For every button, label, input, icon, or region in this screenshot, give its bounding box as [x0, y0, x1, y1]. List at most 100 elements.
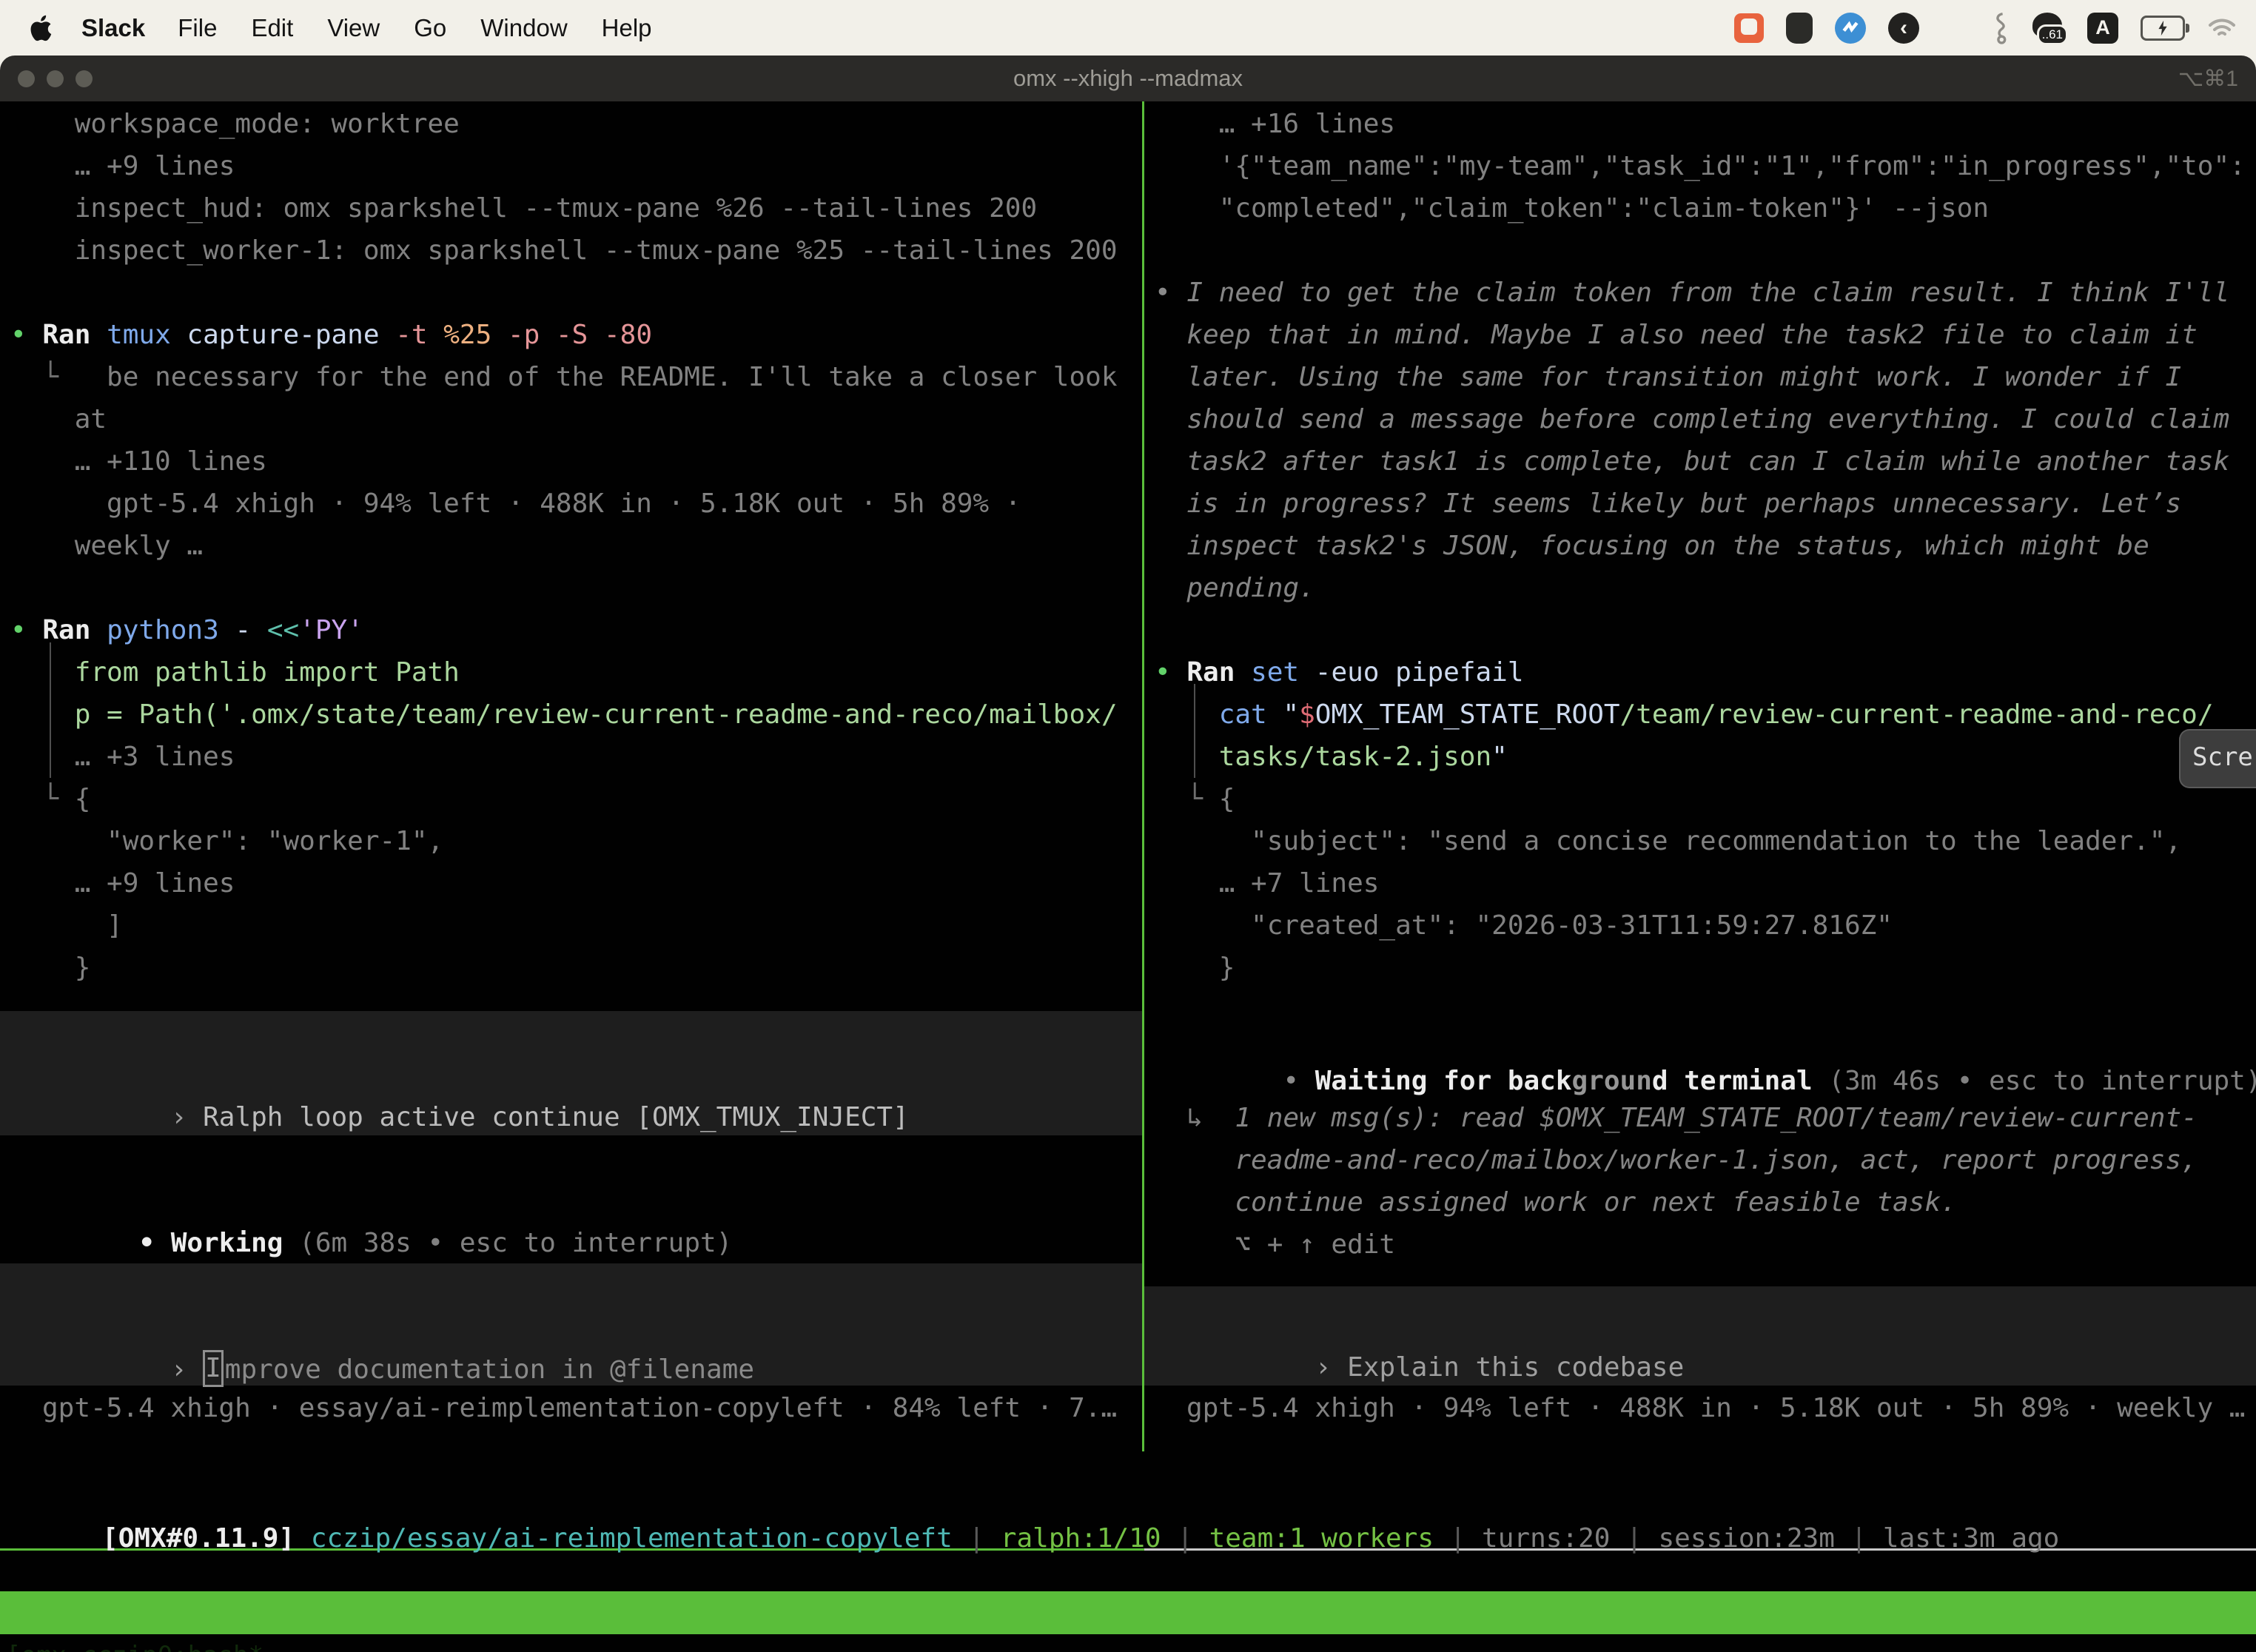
terminal-line: … +9 lines: [75, 145, 235, 187]
prompt-chevron: ›: [1315, 1352, 1347, 1383]
terminal-line: • I need to get the claim token from the…: [1155, 272, 2229, 314]
terminal-line: ↳ 1 new msg(s): read $OMX_TEAM_STATE_ROO…: [1186, 1097, 2197, 1139]
prompt-chevron: ›: [171, 1102, 203, 1132]
waiting-meta: (3m 46s • esc to interrupt): [1813, 1066, 2256, 1096]
terminal-line: is in progress? It seems likely but perh…: [1186, 483, 2181, 525]
menu-item-go[interactable]: Go: [414, 14, 446, 42]
terminal-line: • Ran tmux capture-pane -t %25 -p -S -80: [10, 314, 652, 356]
terminal-text-segment: … +3 lines: [75, 742, 235, 772]
terminal-text-segment: "created_at": "2026-03-31T11:59:27.816Z": [1251, 910, 1893, 941]
window-titlebar[interactable]: omx --xhigh --madmax ⌥⌘1: [0, 56, 2256, 101]
terminal-line: inspect_hud: omx sparkshell --tmux-pane …: [75, 187, 1037, 229]
menu-item-file[interactable]: File: [178, 14, 217, 42]
count-badge-icon[interactable]: ..61: [2032, 13, 2065, 44]
terminal-text-segment: … +7 lines: [1219, 868, 1380, 899]
prompt-input-right[interactable]: › Explain this codebase: [1144, 1286, 2256, 1386]
terminal-line: readme-and-reco/mailbox/worker-1.json, a…: [1235, 1139, 2197, 1181]
terminal-line: '{"team_name":"my-team","task_id":"1","f…: [1219, 145, 2246, 187]
wifi-icon[interactable]: [2207, 16, 2237, 40]
terminal-line: tasks/task-2.json": [1219, 736, 1508, 778]
window-title: omx --xhigh --madmax: [0, 65, 2256, 92]
terminal-line: "created_at": "2026-03-31T11:59:27.816Z": [1251, 904, 1893, 947]
window-shortcut-badge: ⌥⌘1: [2178, 66, 2238, 92]
terminal-text-segment: "subject": "send a concise recommendatio…: [1251, 826, 2181, 856]
terminal-text-segment: later. Using the same for transition mig…: [1186, 362, 2181, 392]
terminal-line: ]: [107, 904, 123, 947]
terminal-text-segment: }: [75, 953, 91, 983]
terminal-text-segment: continue assigned work or next feasible …: [1235, 1187, 1956, 1218]
terminal-text-segment: $: [1299, 699, 1315, 730]
waiting-label: Waiting for back: [1315, 1066, 1572, 1096]
input-placeholder: mprove documentation in @filename: [225, 1354, 754, 1385]
terminal-text-segment: python3: [107, 615, 235, 645]
ralph-banner: › Ralph loop active continue [OMX_TMUX_I…: [0, 1011, 1142, 1135]
menu-item-window[interactable]: Window: [480, 14, 567, 42]
keyboard-layout-icon[interactable]: A: [2087, 13, 2118, 44]
pane-left[interactable]: workspace_mode: worktree… +9 linesinspec…: [0, 101, 1142, 1451]
terminal-text-segment: {: [75, 784, 91, 814]
code-block-connector: [50, 642, 51, 778]
terminal-text-segment: └: [1186, 784, 1218, 814]
tmux-session-window[interactable]: [omx-cczip0:bash*: [6, 1634, 263, 1652]
pane-right[interactable]: … +16 lines'{"team_name":"my-team","task…: [1144, 101, 2256, 1451]
terminal-line: "subject": "send a concise recommendatio…: [1251, 820, 2181, 862]
terminal-line: cat "$OMX_TEAM_STATE_ROOT/team/review-cu…: [1219, 694, 2214, 736]
ralph-counter: ralph:1/10: [1001, 1523, 1161, 1554]
turns-counter: turns:20: [1482, 1523, 1610, 1554]
terminal-text-segment: -euo pipefail: [1315, 657, 1524, 688]
terminal-text-segment: 1 new msg(s): read $OMX_TEAM_STATE_ROOT/…: [1235, 1103, 2197, 1133]
terminal[interactable]: workspace_mode: worktree… +9 linesinspec…: [0, 101, 2256, 1652]
text-cursor: I: [203, 1350, 224, 1387]
terminal-text-segment: capture-pane: [187, 320, 395, 350]
chevron-circle-icon[interactable]: ‹: [1888, 13, 1919, 44]
lightning-circle-icon[interactable]: [1835, 13, 1866, 44]
terminal-line: inspect task2's JSON, focusing on the st…: [1186, 525, 2149, 567]
terminal-text-segment: … +9 lines: [75, 868, 235, 899]
menubar-status-icons: ‹ ..61 A: [1734, 0, 2237, 56]
terminal-text-segment: -p: [508, 320, 556, 350]
terminal-text-segment: └: [42, 362, 58, 392]
terminal-line: ⌥ + ↑ edit: [1235, 1223, 1395, 1266]
separator: |: [1161, 1523, 1209, 1554]
hook-icon[interactable]: [1991, 12, 2010, 44]
terminal-line: }: [1219, 947, 1235, 989]
terminal-text-segment: '{"team_name":"my-team","task_id":"1","f…: [1219, 151, 2246, 181]
grid-shield-icon[interactable]: [1786, 13, 1813, 44]
terminal-text-segment: •: [1155, 278, 1186, 308]
apple-logo-icon[interactable]: [30, 13, 55, 43]
terminal-line: workspace_mode: worktree: [75, 103, 460, 145]
pane-divider[interactable]: [1142, 101, 1144, 1451]
screen: Slack File Edit View Go Window Help ‹ ..61 A: [0, 0, 2256, 1652]
terminal-text-segment: should send a message before completing …: [1186, 404, 2229, 434]
terminal-line: gpt-5.4 xhigh · 94% left · 488K in · 5.1…: [107, 483, 1021, 525]
working-status: • Working (6m 38s • esc to interrupt): [10, 1180, 732, 1222]
separator: |: [1835, 1523, 1883, 1554]
chat-app-icon[interactable]: [1734, 13, 1764, 43]
terminal-line: p = Path('.omx/state/team/review-current…: [75, 694, 1118, 736]
terminal-line: later. Using the same for transition mig…: [1186, 356, 2181, 398]
terminal-line: "completed","claim_token":"claim-token"}…: [1219, 187, 1989, 229]
prompt-input-left[interactable]: › Improve documentation in @filename: [0, 1263, 1142, 1386]
menu-app-name[interactable]: Slack: [81, 14, 145, 42]
terminal-line: continue assigned work or next feasible …: [1235, 1181, 1956, 1223]
terminal-text-segment: Ran: [42, 320, 107, 350]
count-badge-label: ..61: [2037, 24, 2068, 45]
menu-item-help[interactable]: Help: [602, 14, 652, 42]
terminal-text-segment: Ran: [42, 615, 107, 645]
working-label: Working: [171, 1228, 299, 1258]
menu-bar: Slack File Edit View Go Window Help ‹ ..61 A: [0, 0, 2256, 56]
working-spinner: •: [138, 1228, 170, 1258]
terminal-text-segment: readme-and-reco/mailbox/worker-1.json, a…: [1235, 1145, 2197, 1175]
terminal-text-segment: {: [1219, 784, 1235, 814]
terminal-line: … +7 lines: [1219, 862, 1380, 904]
waiting-spinner: •: [1283, 1066, 1315, 1096]
terminal-line: from pathlib import Path: [75, 651, 460, 694]
dots-grid-icon[interactable]: [1941, 14, 1969, 41]
menu-items: File Edit View Go Window Help: [178, 14, 651, 42]
terminal-text-segment: Ran: [1186, 657, 1251, 688]
screenshot-tooltip: Scre: [2179, 729, 2256, 788]
terminal-text-segment: -80: [604, 320, 652, 350]
menu-item-view[interactable]: View: [327, 14, 380, 42]
menu-item-edit[interactable]: Edit: [251, 14, 293, 42]
battery-icon[interactable]: [2141, 16, 2185, 41]
